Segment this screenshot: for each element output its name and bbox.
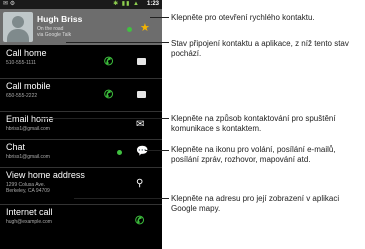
contact-avatar[interactable] — [3, 12, 33, 42]
phone-icon[interactable]: ✆ — [104, 55, 113, 68]
callout-line-3 — [40, 118, 169, 119]
message-icon[interactable] — [137, 58, 146, 65]
status-source: via Google Talk — [37, 32, 72, 38]
star-icon[interactable]: ★ — [140, 21, 150, 34]
row-title: Call mobile — [6, 81, 51, 91]
callout-contact-method: Klepněte na způsob kontaktování pro spuš… — [171, 114, 336, 133]
row-subtitle: hbriss1@gmail.com — [6, 126, 50, 132]
status-time: 1:23 — [146, 1, 159, 7]
row-call-home[interactable]: Call home 510-555-1111 ✆ — [0, 46, 162, 79]
row-subtitle: hugh@example.com — [6, 219, 52, 225]
phone-screen: ✉ ⚙ ✱ ▮▮ ▲ 1:23 Hugh Briss On the road v… — [0, 0, 162, 249]
row-call-mobile[interactable]: Call mobile 650-555-2222 ✆ — [0, 79, 162, 112]
signal-battery-icons: ✱ ▮▮ ▲ — [113, 1, 140, 7]
phone-icon[interactable]: ✆ — [104, 88, 113, 101]
row-title: Internet call — [6, 207, 53, 217]
contact-status: On the road via Google Talk — [37, 26, 71, 38]
row-subtitle: 510-555-1111 — [6, 60, 37, 66]
row-chat[interactable]: Chat hbriss1@gmail.com 💬 — [0, 140, 162, 168]
callout-line-5 — [74, 198, 169, 199]
row-email-home[interactable]: Email home hbriss1@gmail.com ✉ — [0, 112, 162, 140]
callout-icon-actions: Klepněte na ikonu pro volání, posílání e… — [171, 145, 336, 164]
callout-line-2 — [66, 42, 169, 43]
callout-line-1 — [150, 17, 169, 18]
row-title: Call home — [6, 48, 47, 58]
callout-line-4 — [145, 150, 169, 151]
notification-icons: ✉ ⚙ — [3, 1, 16, 7]
contact-header: Hugh Briss On the road via Google Talk ★ — [0, 9, 162, 45]
presence-dot-icon — [127, 27, 132, 32]
row-view-address[interactable]: View home address 1299 Colusa Ave. Berke… — [0, 168, 162, 205]
address-line-2: Berkeley, CA 94709 — [6, 188, 50, 194]
row-title: View home address — [6, 170, 85, 180]
phone-icon[interactable]: ✆ — [135, 214, 144, 227]
chat-icon[interactable]: 💬 — [136, 146, 148, 157]
status-bar: ✉ ⚙ ✱ ▮▮ ▲ 1:23 — [0, 0, 162, 9]
row-title: Chat — [6, 142, 26, 152]
map-pin-icon[interactable]: ⚲ — [136, 178, 143, 189]
contact-name: Hugh Briss — [37, 14, 83, 24]
callout-address-map: Klepněte na adresu pro její zobrazení v … — [171, 194, 340, 213]
message-icon[interactable] — [137, 91, 146, 98]
row-internet-call[interactable]: Internet call hugh@example.com ✆ — [0, 205, 162, 249]
row-subtitle: 1299 Colusa Ave. Berkeley, CA 94709 — [6, 182, 50, 194]
email-icon[interactable]: ✉ — [136, 119, 144, 130]
callout-status-source: Stav připojení kontaktu a aplikace, z ní… — [171, 39, 349, 58]
presence-dot-icon — [117, 150, 122, 155]
row-subtitle: hbriss1@gmail.com — [6, 154, 50, 160]
row-subtitle: 650-555-2222 — [6, 93, 38, 99]
callout-quick-contact: Klepněte pro otevření rychlého kontaktu. — [171, 13, 315, 22]
row-title: Email home — [6, 114, 54, 124]
